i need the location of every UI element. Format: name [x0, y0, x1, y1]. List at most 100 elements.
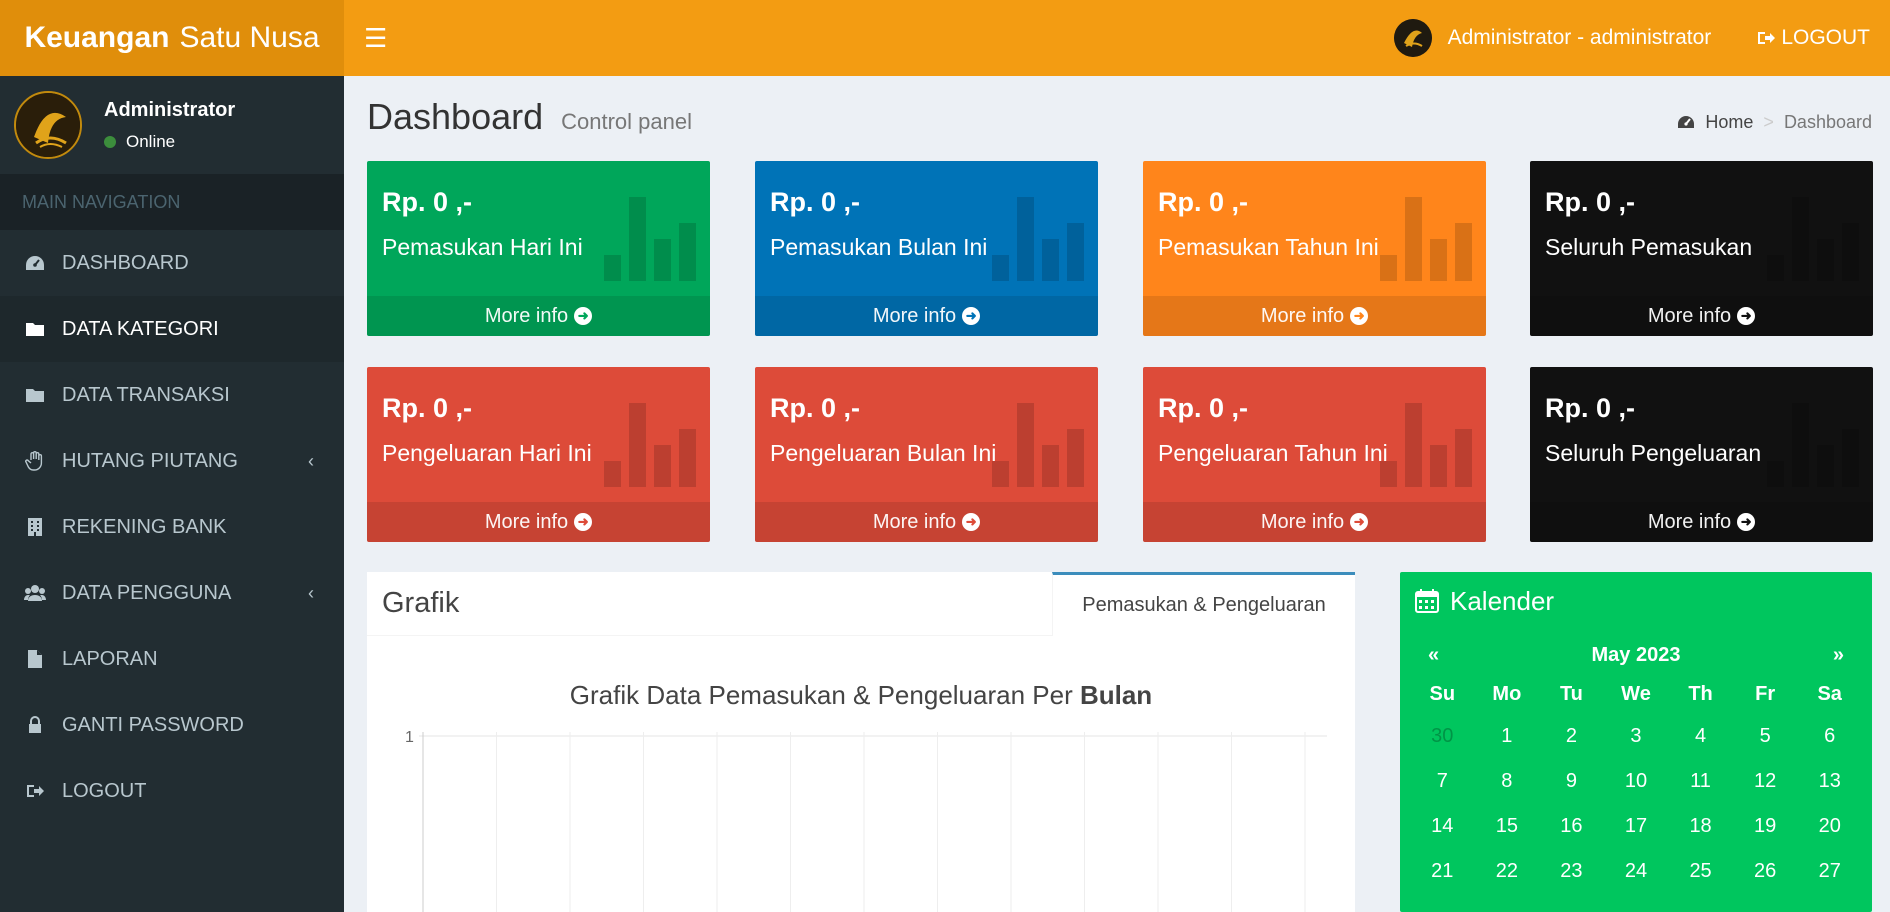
online-status-icon [104, 135, 116, 148]
folder-icon [24, 387, 46, 403]
users-icon [24, 584, 46, 602]
calendar-weekday: Su [1429, 682, 1456, 705]
more-info-link[interactable]: More info ➜ [1143, 296, 1486, 336]
user-avatar[interactable] [1393, 19, 1432, 57]
bar-chart-icon [1380, 403, 1472, 487]
calendar-day[interactable]: 3 [1604, 714, 1669, 759]
calendar-day[interactable]: 30 [1410, 714, 1475, 759]
more-info-link[interactable]: More info ➜ [755, 296, 1098, 336]
calendar-day[interactable]: 18 [1668, 804, 1733, 849]
calendar-weekday: Sa [1817, 682, 1842, 705]
calendar-day[interactable]: 11 [1668, 759, 1733, 804]
navbar-user-name[interactable]: Administrator - administrator [1448, 26, 1712, 50]
y-tick-label: 1 [405, 729, 414, 746]
bar-chart-icon [1767, 403, 1859, 487]
grafik-card: Grafik Pemasukan & Pengeluaran Grafik Da… [367, 572, 1355, 912]
sidebar-item-data-pengguna[interactable]: DATA PENGGUNA ‹ [0, 560, 344, 626]
calendar-month-label[interactable]: May 2023 [1592, 644, 1681, 667]
chart-canvas: 1 [405, 729, 1327, 912]
calendar-day[interactable]: 10 [1604, 759, 1669, 804]
calendar-day[interactable]: 21 [1410, 849, 1475, 894]
sidebar-item-data-kategori[interactable]: DATA KATEGORI [0, 296, 344, 362]
calendar-day[interactable]: 19 [1733, 804, 1798, 849]
tab-pemasukan-pengeluaran[interactable]: Pemasukan & Pengeluaran [1052, 572, 1355, 636]
page-title: Dashboard [367, 96, 544, 137]
calendar-weekday: We [1621, 682, 1651, 705]
calendar-day[interactable]: 27 [1797, 849, 1862, 894]
calendar-day[interactable]: 13 [1797, 759, 1862, 804]
bar-chart-icon [1380, 197, 1472, 281]
chevron-left-icon: ‹ [308, 450, 314, 471]
more-info-label: More info [872, 304, 957, 327]
building-icon [24, 517, 46, 537]
arrow-circle-right-icon: ➜ [1737, 513, 1756, 531]
sidebar-item-dashboard[interactable]: DASHBOARD [0, 230, 344, 296]
calendar-title: Kalender [1450, 585, 1555, 616]
calendar-day[interactable]: 20 [1797, 804, 1862, 849]
folder-icon [24, 321, 46, 337]
more-info-label: More info [1647, 510, 1732, 533]
calendar-icon [1415, 589, 1439, 613]
file-icon [24, 649, 46, 669]
calendar-day[interactable]: 7 [1410, 759, 1475, 804]
calendar-day[interactable]: 22 [1475, 849, 1540, 894]
more-info-link[interactable]: More info ➜ [1530, 502, 1873, 542]
arrow-circle-right-icon: ➜ [1350, 307, 1369, 325]
calendar-day[interactable]: 26 [1733, 849, 1798, 894]
calendar-next-button[interactable]: » [1833, 644, 1844, 667]
calendar-day[interactable]: 2 [1539, 714, 1604, 759]
calendar-day[interactable]: 6 [1797, 714, 1862, 759]
bar-chart-icon [604, 197, 696, 281]
breadcrumb-home-link[interactable]: Home [1705, 112, 1753, 133]
more-info-label: More info [484, 304, 569, 327]
bar-chart-icon [604, 403, 696, 487]
hamburger-menu-icon[interactable]: ☰ [364, 23, 387, 54]
grafik-title: Grafik [382, 587, 460, 619]
calendar-day[interactable]: 12 [1733, 759, 1798, 804]
calendar-day[interactable]: 15 [1475, 804, 1540, 849]
calendar-day[interactable]: 25 [1668, 849, 1733, 894]
sidebar-item-rekening-bank[interactable]: REKENING BANK [0, 494, 344, 560]
sidebar-item-laporan[interactable]: LAPORAN [0, 626, 344, 692]
calendar-day[interactable]: 1 [1475, 714, 1540, 759]
brand-logo[interactable]: Keuangan Satu Nusa [0, 0, 344, 76]
sidebar-item-ganti-password[interactable]: GANTI PASSWORD [0, 692, 344, 758]
sidebar-item-logout[interactable]: LOGOUT [0, 758, 344, 824]
stat-box: Rp. 0 ,- Pemasukan Bulan Ini More info ➜ [755, 161, 1098, 336]
calendar-day[interactable]: 9 [1539, 759, 1604, 804]
sidebar-item-data-transaksi[interactable]: DATA TRANSAKSI [0, 362, 344, 428]
calendar-day[interactable]: 17 [1604, 804, 1669, 849]
calendar-day[interactable]: 8 [1475, 759, 1540, 804]
top-navbar: Keuangan Satu Nusa ☰ Administrator - adm… [0, 0, 1890, 76]
calendar-day[interactable]: 4 [1668, 714, 1733, 759]
more-info-link[interactable]: More info ➜ [1530, 296, 1873, 336]
arrow-circle-right-icon: ➜ [962, 513, 981, 531]
bar-chart-icon [992, 403, 1084, 487]
calendar-day[interactable]: 24 [1604, 849, 1669, 894]
calendar-grid: Su Mo Tu We Th Fr Sa 30 1 2 3 4 5 6 7 8 9 10 11 12 13 14 15 16 1… [1400, 674, 1872, 894]
arrow-circle-right-icon: ➜ [1737, 307, 1756, 325]
stat-box: Rp. 0 ,- Pengeluaran Bulan Ini More info ➜ [755, 367, 1098, 542]
more-info-link[interactable]: More info ➜ [755, 502, 1098, 542]
more-info-label: More info [1260, 304, 1345, 327]
more-info-link[interactable]: More info ➜ [367, 296, 710, 336]
sidebar-item-label: LAPORAN [62, 647, 158, 670]
sidebar-item-hutang-piutang[interactable]: HUTANG PIUTANG ‹ [0, 428, 344, 494]
navbar-logout-button[interactable]: LOGOUT [1757, 26, 1870, 50]
calendar-day[interactable]: 23 [1539, 849, 1604, 894]
calendar-prev-button[interactable]: « [1428, 644, 1439, 667]
calendar-day[interactable]: 5 [1733, 714, 1798, 759]
sidebar-item-label: LOGOUT [62, 779, 147, 802]
sidebar-user-status: Online [104, 132, 235, 152]
status-label: Online [126, 131, 176, 151]
arrow-circle-right-icon: ➜ [1350, 513, 1369, 531]
calendar-day[interactable]: 14 [1410, 804, 1475, 849]
sidebar-item-label: DASHBOARD [62, 251, 189, 274]
calendar-weekday: Fr [1755, 682, 1776, 705]
more-info-link[interactable]: More info ➜ [367, 502, 710, 542]
sidebar-user-name: Administrator [104, 98, 236, 121]
chevron-left-icon: ‹ [308, 582, 314, 603]
navbar-logout-label: LOGOUT [1781, 26, 1870, 49]
more-info-link[interactable]: More info ➜ [1143, 502, 1486, 542]
calendar-day[interactable]: 16 [1539, 804, 1604, 849]
